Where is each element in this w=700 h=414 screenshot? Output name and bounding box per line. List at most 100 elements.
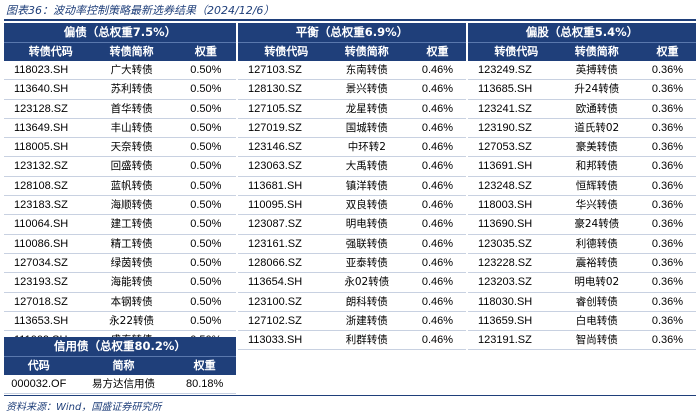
cell-name: 永22转债 (109, 314, 155, 327)
cell-weight: 0.50% (190, 160, 222, 173)
table-body: 127103.SZ 东南转债 0.46% 128130.SZ 景兴转债 0.46% 1271… (238, 61, 466, 351)
panel-title: 偏股（总权重5.4%） (468, 23, 696, 42)
cell-name: 浙建转债 (345, 314, 388, 327)
cell-weight: 0.36% (651, 218, 684, 231)
cell-name: 苏利转债 (110, 83, 153, 96)
cell-name: 豪24转债 (574, 218, 620, 231)
cell-code: 123203.SZ (478, 276, 532, 289)
table-body: 123249.SZ 英搏转债 0.36% 113685.SH 升24转债 0.36% 123… (468, 61, 696, 351)
title-divider (4, 19, 696, 21)
cell-name: 景兴转债 (345, 83, 388, 96)
cell-code: 113691.SH (478, 160, 533, 173)
column-header-weight: 权重 (426, 46, 449, 58)
column-headers: 转债代码 转债简称 权重 (468, 42, 696, 61)
cell-code: 123191.SZ (478, 334, 532, 347)
table-row: 000032.OF 易方达信用债 80.18% (4, 375, 236, 395)
cell-code: 123128.SZ (14, 102, 68, 115)
table-row: 123191.SZ 智尚转债 0.36% (468, 331, 696, 351)
cell-code: 128108.SZ (14, 179, 68, 192)
table-row: 123228.SZ 震裕转债 0.36% (468, 254, 696, 274)
cell-weight: 0.50% (190, 141, 222, 154)
cell-name: 英搏转债 (575, 64, 618, 76)
column-header-code: 转债代码 (28, 46, 73, 58)
table-body: 000032.OF 易方达信用债 80.18% (4, 375, 236, 395)
cell-code: 123248.SZ (478, 179, 532, 192)
table-row: 123183.SZ 海顺转债 0.50% (4, 196, 236, 216)
figure-title: 图表36：波动率控制策略最新选券结果（2024/12/6） (6, 4, 275, 17)
cell-weight: 0.36% (651, 334, 684, 347)
panel-title: 偏债（总权重7.5%） (4, 23, 236, 42)
cell-name: 睿创转债 (575, 295, 618, 308)
cell-name: 大禹转债 (345, 160, 388, 173)
cell-code: 113690.SH (478, 218, 533, 231)
cell-name: 智尚转债 (575, 334, 618, 347)
table-row: 123035.SZ 利德转债 0.36% (468, 235, 696, 254)
table-body: 118023.SH 广大转债 0.50% 113640.SH 苏利转债 0.50% 1231… (4, 61, 236, 351)
cell-weight: 0.50% (190, 121, 222, 134)
cell-code: 113685.SH (478, 83, 533, 96)
cell-code: 123241.SZ (478, 102, 532, 115)
cell-name: 易方达信用债 (91, 378, 155, 390)
column-headers: 转债代码 转债简称 权重 (238, 42, 466, 61)
cell-name: 欧通转债 (575, 102, 618, 115)
cell-weight: 0.46% (421, 179, 454, 192)
column-header-weight: 权重 (193, 360, 216, 372)
cell-weight: 0.36% (651, 141, 684, 154)
cell-weight: 0.36% (651, 64, 684, 76)
column-header-name: 转债简称 (344, 45, 389, 58)
column-header-name: 简称 (112, 359, 135, 372)
cell-code: 123190.SZ (478, 121, 532, 134)
table-row: 123161.SZ 强联转债 0.46% (238, 235, 466, 254)
cell-name: 升24转债 (574, 83, 620, 96)
cell-name: 永02转债 (344, 276, 390, 289)
cell-weight: 0.50% (190, 179, 222, 192)
table-row: 123087.SZ 明电转债 0.46% (238, 215, 466, 235)
cell-code: 118030.SH (478, 295, 533, 308)
cell-weight: 0.46% (421, 237, 454, 250)
cell-weight: 0.36% (651, 199, 684, 212)
table-row: 113691.SH 和邦转债 0.36% (468, 157, 696, 177)
panel-credit-bond: 信用债（总权重80.2%） 代码 简称 权重 000032.OF 易方达信用债 80… (4, 337, 236, 395)
cell-weight: 0.36% (651, 237, 684, 250)
cell-name: 首华转债 (110, 102, 153, 115)
table-row: 123249.SZ 英搏转债 0.36% (468, 61, 696, 81)
cell-weight: 0.36% (651, 102, 684, 115)
cell-weight: 0.46% (421, 218, 454, 231)
table-row: 127102.SZ 浙建转债 0.46% (238, 312, 466, 332)
cell-name: 天奈转债 (110, 141, 153, 154)
cell-weight: 0.46% (421, 295, 454, 308)
cell-weight: 0.46% (421, 256, 454, 269)
cell-weight: 0.50% (190, 64, 222, 76)
cell-code: 127034.SZ (14, 256, 68, 269)
cell-weight: 0.50% (190, 256, 222, 269)
cell-weight: 0.36% (651, 179, 684, 192)
table-row: 123203.SZ 明电转02 0.36% (468, 273, 696, 293)
cell-weight: 0.50% (190, 276, 222, 289)
cell-code: 127018.SZ (14, 295, 68, 308)
cell-name: 和邦转债 (575, 160, 618, 173)
cell-weight: 0.50% (190, 218, 222, 231)
cell-code: 123228.SZ (478, 256, 532, 269)
cell-name: 建工转债 (110, 218, 153, 231)
cell-name: 震裕转债 (575, 256, 618, 269)
cell-name: 蓝帆转债 (110, 179, 153, 192)
cell-name: 精工转债 (110, 237, 153, 250)
cell-code: 110095.SH (248, 199, 303, 212)
table-row: 113659.SH 白电转债 0.36% (468, 312, 696, 332)
table-row: 127105.SZ 龙星转债 0.46% (238, 100, 466, 119)
table-row: 110095.SH 双良转债 0.46% (238, 196, 466, 216)
table-row: 123063.SZ 大禹转债 0.46% (238, 157, 466, 177)
table-row: 128108.SZ 蓝帆转债 0.50% (4, 177, 236, 197)
cell-weight: 0.50% (190, 102, 222, 115)
cell-name: 利德转债 (575, 237, 618, 250)
table-row: 113685.SH 升24转债 0.36% (468, 80, 696, 100)
cell-name: 中环转2 (347, 141, 386, 154)
source-divider (4, 395, 696, 396)
column-header-code: 代码 (27, 360, 50, 372)
panel-bond-biased: 偏债（总权重7.5%） 转债代码 转债简称 权重 118023.SH 广大转债 0.… (4, 23, 236, 351)
table-row: 128130.SZ 景兴转债 0.46% (238, 80, 466, 100)
cell-code: 113640.SH (14, 83, 69, 96)
table-row: 113033.SH 利群转债 0.46% (238, 331, 466, 351)
cell-code: 113659.SH (478, 314, 533, 327)
cell-weight: 0.36% (651, 256, 684, 269)
